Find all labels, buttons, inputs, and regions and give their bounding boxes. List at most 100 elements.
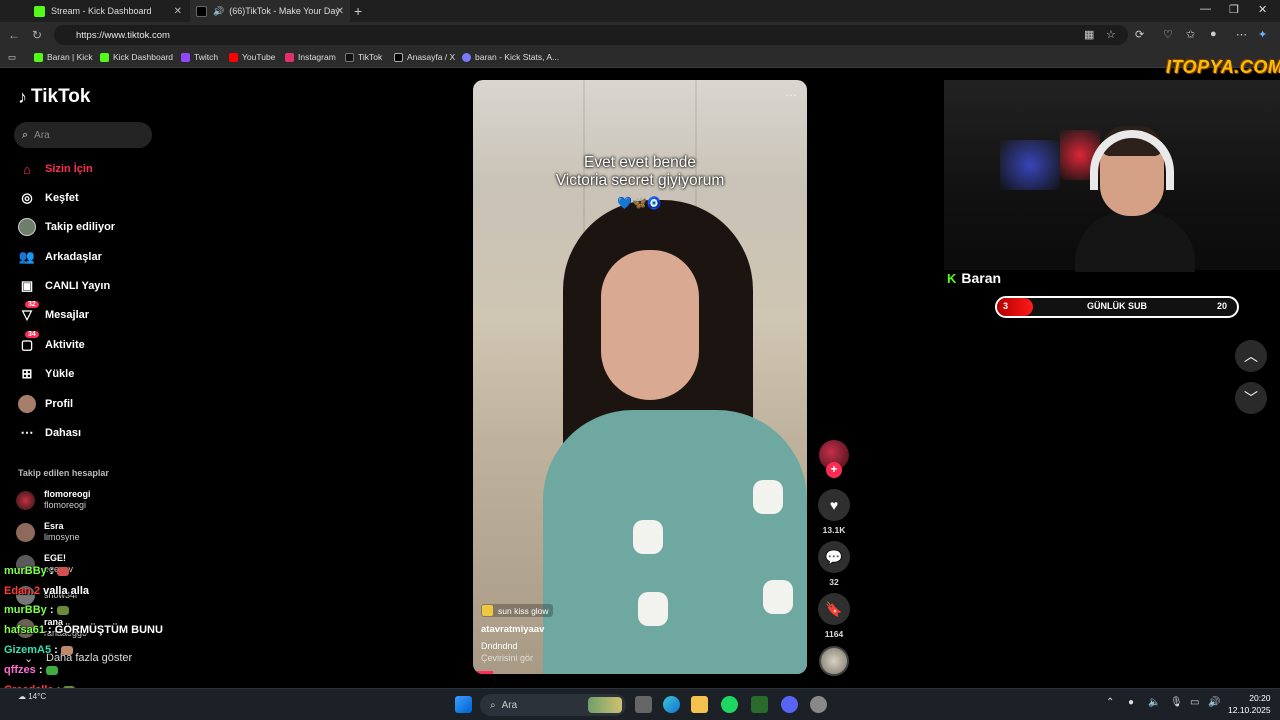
- tray-app-icon[interactable]: ●: [1128, 697, 1134, 708]
- tray-overflow-icon[interactable]: ⌃: [1106, 697, 1114, 708]
- maximize-icon[interactable]: ❐: [1229, 3, 1239, 16]
- music-icon: [482, 605, 493, 616]
- like-button[interactable]: ♥: [818, 489, 850, 521]
- weather-widget[interactable]: ☁ 14°C: [18, 692, 46, 701]
- emote-icon: [56, 566, 69, 576]
- chat-text: :: [49, 565, 54, 577]
- save-count: 1164: [824, 629, 844, 639]
- address-bar: ← ↻ https://www.tiktok.com ▦ ☆ ⟳ ♡ ✩ ● ⋯…: [0, 22, 1280, 48]
- microphone-icon[interactable]: 🎙: [1170, 697, 1183, 708]
- chat-message: hafsa61 : GÖRMÜŞTÜM BUNU: [4, 624, 163, 636]
- extensions-icon[interactable]: ⟳: [1135, 28, 1144, 41]
- nav-more[interactable]: ⋯ Dahası: [18, 424, 82, 442]
- messages-icon: ▽ 32: [18, 301, 39, 324]
- home-icon: ⌂: [23, 161, 31, 177]
- edge-icon[interactable]: [663, 696, 680, 713]
- sound-disc[interactable]: [819, 646, 849, 676]
- spotify-icon[interactable]: [721, 696, 738, 713]
- windows-start-icon[interactable]: [455, 696, 472, 713]
- chat-message: Edan.2 valla alla: [4, 585, 89, 597]
- menu-dots-icon[interactable]: ⋯: [1236, 28, 1247, 41]
- chat-message: GizemA5 :: [4, 644, 73, 656]
- favorite-star-icon[interactable]: ☆: [1106, 28, 1116, 41]
- save-button[interactable]: 🔖: [818, 593, 850, 625]
- account-name: EGE!: [44, 553, 67, 563]
- network-icon[interactable]: ▭: [1190, 697, 1199, 708]
- minimize-icon[interactable]: —: [1200, 3, 1211, 15]
- nav-explore[interactable]: ◎ Keşfet: [18, 189, 78, 207]
- nav-label: Aktivite: [45, 339, 85, 351]
- url-field[interactable]: https://www.tiktok.com: [54, 25, 1128, 45]
- youtube-icon: [229, 52, 238, 62]
- volume-tray-icon[interactable]: 🔈: [1148, 697, 1160, 708]
- tab-tiktok[interactable]: 🔊 (66)TikTok - Make Your Day ✕: [190, 0, 350, 22]
- instagram-icon: [285, 52, 294, 62]
- nav-following[interactable]: Takip ediliyor: [18, 218, 115, 236]
- speaker-icon[interactable]: 🔊: [1208, 697, 1220, 708]
- bookmark-twitch[interactable]: Twitch: [181, 52, 218, 62]
- nav-friends[interactable]: 👥 Arkadaşlar: [18, 248, 102, 266]
- more-options-icon[interactable]: ⋯: [785, 88, 797, 102]
- favorites-icon[interactable]: ✩: [1186, 28, 1195, 41]
- comment-button[interactable]: 💬: [818, 541, 850, 573]
- taskbar-search[interactable]: ⌕ Ara: [480, 694, 626, 716]
- nav-upload[interactable]: ⊞ Yükle: [18, 365, 75, 383]
- video-author[interactable]: atavratmiyaav: [481, 624, 544, 635]
- search-input[interactable]: ⌕ Ara: [14, 122, 152, 148]
- task-view-icon[interactable]: [635, 696, 652, 713]
- account-username: flomoreogi: [44, 500, 87, 510]
- bookmark-baran-kick[interactable]: Baran | Kick: [34, 52, 93, 62]
- new-tab-icon[interactable]: +: [354, 3, 362, 19]
- reader-icon[interactable]: ▦: [1084, 28, 1094, 41]
- bookmark-label: Instagram: [298, 52, 336, 62]
- previous-video-button[interactable]: ︿: [1235, 340, 1267, 372]
- profile-icon[interactable]: ●: [1210, 28, 1217, 40]
- close-tab-icon[interactable]: ✕: [336, 6, 344, 17]
- nav-label: Sizin İçin: [45, 163, 93, 175]
- nav-profile[interactable]: Profil: [18, 395, 73, 413]
- nav-live[interactable]: ▣ CANLI Yayın: [18, 277, 110, 295]
- bookmark-kick-dashboard[interactable]: Kick Dashboard: [100, 52, 173, 62]
- tab-kick-dashboard[interactable]: Stream - Kick Dashboard ✕: [28, 0, 188, 22]
- chat-text: : GÖRMÜŞTÜM BUNU: [48, 624, 163, 636]
- app-icon[interactable]: [751, 696, 768, 713]
- bookmark-youtube[interactable]: YouTube: [229, 52, 275, 62]
- search-highlight-icon: [588, 697, 622, 713]
- kick-icon: [100, 52, 109, 62]
- follow-plus-icon[interactable]: +: [826, 462, 842, 478]
- followed-account[interactable]: Esra limosyne: [16, 521, 80, 543]
- close-tab-icon[interactable]: ✕: [174, 6, 182, 17]
- back-icon[interactable]: ←: [8, 28, 20, 42]
- nav-messages[interactable]: ▽ 32 Mesajlar: [18, 301, 89, 324]
- close-window-icon[interactable]: ✕: [1258, 3, 1267, 16]
- bookmark-kick-stats[interactable]: baran - Kick Stats, A...: [462, 52, 559, 62]
- audio-icon[interactable]: 🔊: [213, 6, 224, 17]
- copilot-icon[interactable]: ✦: [1258, 28, 1267, 41]
- reload-icon[interactable]: ↻: [32, 28, 42, 42]
- file-explorer-icon[interactable]: [691, 696, 708, 713]
- video-player[interactable]: Evet evet bende Victoria secret giyiyoru…: [473, 80, 807, 674]
- avatar: [16, 490, 35, 510]
- next-video-button[interactable]: ﹀: [1235, 382, 1267, 414]
- followed-account[interactable]: flomoreogi flomoreogi: [16, 489, 91, 511]
- video-description: Dndndnd: [481, 641, 518, 651]
- video-sound-tag[interactable]: sun kiss glow: [481, 604, 553, 617]
- video-progress-bar[interactable]: [473, 671, 493, 674]
- tiktok-logo[interactable]: ♪ TikTok: [18, 86, 90, 108]
- bookmarks-menu-icon[interactable]: ▭: [8, 52, 16, 63]
- bookmark-instagram[interactable]: Instagram: [285, 52, 336, 62]
- twitch-icon: [181, 52, 190, 62]
- taskbar-clock[interactable]: 20:20 12.10.2025: [1228, 692, 1271, 716]
- bookmark-tiktok[interactable]: TikTok: [345, 52, 382, 62]
- bookmark-x[interactable]: Anasayfa / X: [394, 52, 455, 62]
- nav-activity[interactable]: ▢ 34 Aktivite: [18, 331, 85, 354]
- see-translation-link[interactable]: Çevirisini gör: [481, 653, 533, 663]
- app-icon[interactable]: [810, 696, 827, 713]
- search-icon: ⌕: [22, 128, 29, 141]
- browser-essentials-icon[interactable]: ♡: [1163, 28, 1173, 41]
- nav-for-you[interactable]: ⌂ Sizin İçin: [18, 160, 93, 178]
- discord-icon[interactable]: [781, 696, 798, 713]
- bookmarks-bar: ▭ Baran | Kick Kick Dashboard Twitch You…: [0, 48, 1280, 68]
- bookmark-label: TikTok: [358, 52, 383, 62]
- sub-goal-label: GÜNLÜK SUB: [1087, 301, 1147, 311]
